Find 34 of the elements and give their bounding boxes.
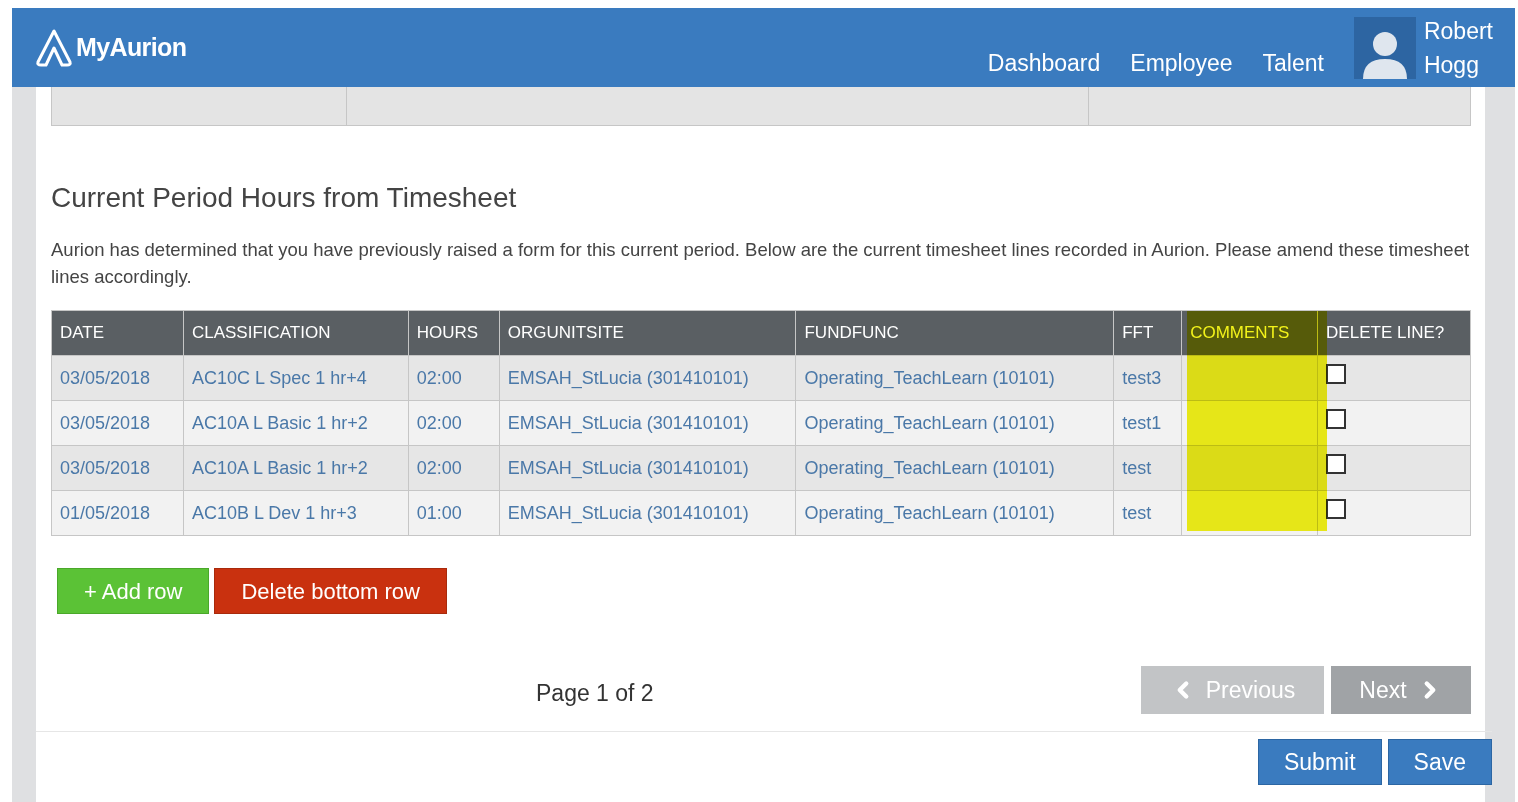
add-row-button[interactable]: + Add row (57, 568, 210, 614)
brand-name: MyAurion (76, 31, 187, 63)
user-first-name: Robert (1423, 16, 1493, 46)
table-cell: Operating_TeachLearn (10101) (796, 491, 1115, 535)
delete-checkbox[interactable] (1326, 364, 1347, 384)
avatar-icon[interactable] (1353, 16, 1416, 79)
nav-link[interactable]: Employee (1130, 52, 1233, 75)
next-button[interactable]: Next (1331, 666, 1471, 714)
column-header: DELETE LINE? (1326, 322, 1445, 345)
column-header: CLASSIFICATION (191, 322, 331, 345)
table-cell: 01/05/2018 (52, 491, 184, 535)
column-header: DATE (60, 322, 105, 345)
table-cell: 01:00 (408, 491, 500, 535)
nav-link[interactable]: Dashboard (987, 52, 1101, 75)
page-indicator: Page 1 of 2 (536, 678, 654, 708)
table-cell: AC10B L Dev 1 hr+3 (183, 491, 409, 535)
column-header: FUNDFUNC (804, 322, 899, 345)
column-header: ORGUNITSITE (507, 322, 624, 345)
table-cell: EMSAH_StLucia (301410101) (499, 491, 797, 535)
submit-button[interactable]: Submit (1257, 739, 1382, 785)
logo-icon (34, 27, 74, 68)
column-header: HOURS (416, 322, 479, 345)
column-header: COMMENTS (1190, 322, 1290, 345)
delete-checkbox[interactable] (1326, 454, 1347, 474)
delete-checkbox[interactable] (1326, 499, 1347, 519)
delete-row-button[interactable]: Delete bottom row (214, 568, 447, 614)
section-description: Aurion has determined that you have previously raised a form for this current period. Below are the current timesheet lines recorded in Aurion. Please amend these timesheet lines accordingly. (51, 238, 1471, 289)
section-title: Current Period Hours from Timesheet (51, 184, 518, 212)
delete-checkbox[interactable] (1326, 409, 1347, 429)
table-cell: test (1114, 491, 1183, 535)
column-header: FFT (1122, 322, 1154, 345)
user-last-name: Hogg (1423, 50, 1480, 80)
save-button[interactable]: Save (1387, 739, 1492, 785)
nav-link[interactable]: Talent (1262, 52, 1324, 75)
